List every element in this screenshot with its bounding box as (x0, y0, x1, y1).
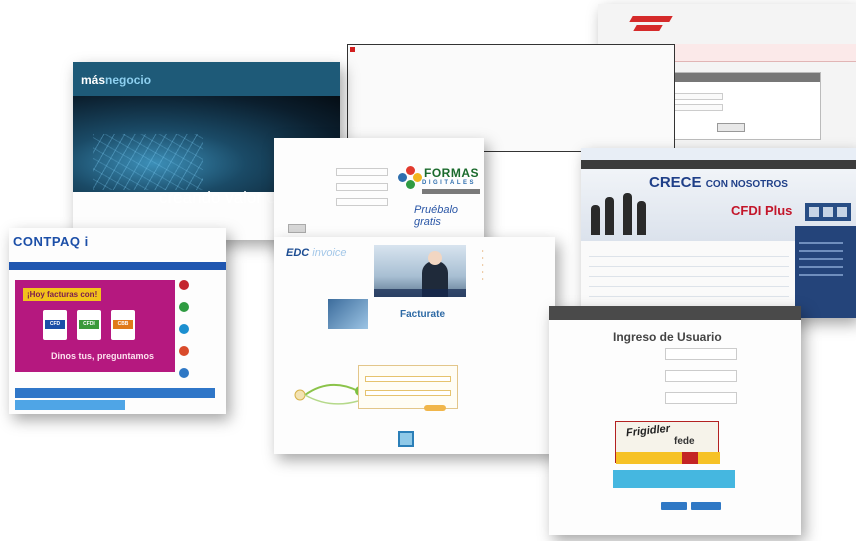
product-icon[interactable] (179, 368, 189, 378)
edc-badge-icon (398, 431, 414, 447)
cfdi-topbar (581, 148, 856, 160)
contpaq-cta[interactable]: Dinos tus, preguntamos (51, 351, 154, 361)
contpaq-screenshot: CONTPAQ i ¡Hoy facturas con! CFD CFDI CB… (9, 228, 226, 414)
business-people-image (589, 173, 649, 235)
woman-photo (328, 299, 368, 329)
formas-strip (422, 189, 480, 194)
cbb-file-icon: CBB (111, 310, 135, 340)
contpaq-bottom-bar (15, 388, 215, 398)
rfc-field[interactable] (665, 348, 737, 360)
edc-logo-sub: invoice (312, 247, 347, 259)
ingreso-title: Ingreso de Usuario (613, 330, 722, 344)
captcha-image: Frigidler fede (615, 421, 720, 464)
cfdi-headline-small: CON NOSOTROS (705, 179, 788, 190)
cfdi-headline: CRECE CON NOSOTROS (649, 174, 788, 191)
ingreso-topbar (549, 306, 801, 320)
login-button[interactable] (717, 123, 745, 132)
facturate-title: Facturate (400, 309, 446, 320)
formas-field-3[interactable] (336, 198, 388, 206)
cfd-file-icon: CFD (43, 310, 67, 340)
formas-digitales-screenshot: FORMAS DIGITALES Pruébalo gratis (274, 138, 484, 250)
user-field[interactable] (665, 370, 737, 382)
edc-logo-main: EDC (286, 247, 310, 259)
product-icon[interactable] (179, 346, 189, 356)
password-field[interactable] (665, 392, 737, 404)
formas-brand: FORMAS (424, 166, 479, 180)
submit-button[interactable] (661, 502, 687, 510)
refresh-captcha-icon[interactable] (682, 452, 698, 464)
formas-cta[interactable]: Pruébalo gratis (414, 204, 484, 228)
error-icon (350, 47, 355, 52)
cfdi-product: CFDI Plus (731, 203, 793, 218)
contpaq-navbar (9, 262, 226, 270)
captcha-word-2: fede (674, 436, 695, 447)
captcha-word-1: Frigidler (625, 422, 671, 440)
edc-feature-list: • • • • • (482, 248, 484, 281)
blank-page-screenshot (347, 44, 675, 152)
product-icon[interactable] (179, 280, 189, 290)
product-icon[interactable] (179, 324, 189, 334)
contpaq-banner-title: ¡Hoy facturas con! (23, 288, 102, 301)
cfdi-headline-main: CRECE (649, 174, 702, 191)
formas-flower-logo-icon (398, 166, 422, 190)
edc-username-field[interactable] (365, 376, 451, 382)
captcha-input-area[interactable] (613, 470, 735, 488)
brand-logo (629, 12, 673, 34)
formas-brand-2: DIGITALES (422, 180, 477, 186)
contpaq-bottom-bar-2 (15, 400, 125, 410)
cancel-button[interactable] (691, 502, 721, 510)
edc-invoice-screenshot: EDC invoice • • • • • Facturate (274, 237, 555, 454)
cfdi-plus-screenshot: CRECE CON NOSOTROS CFDI Plus (581, 148, 856, 318)
ingreso-usuario-screenshot: Ingreso de Usuario Frigidler fede (549, 306, 801, 535)
contpaq-hero: ¡Hoy facturas con! CFD CFDI CBB Dinos tu… (15, 280, 175, 372)
product-icon[interactable] (179, 302, 189, 312)
cfdi-navbar (581, 160, 856, 169)
formas-field-1[interactable] (336, 168, 388, 176)
cfdi-sidebar (795, 226, 856, 318)
hero-network-graphic (93, 134, 203, 190)
edc-password-field[interactable] (365, 390, 451, 396)
cfdi-file-icon: CFDI (77, 310, 101, 340)
businessman-photo (374, 245, 466, 297)
edc-login-box (358, 365, 458, 409)
formas-submit-button[interactable] (288, 224, 306, 233)
formas-field-2[interactable] (336, 183, 388, 191)
masnegocio-logo: másnegocio (81, 73, 152, 87)
cfdi-chips-graphic (805, 203, 851, 221)
edc-logo: EDC invoice (286, 247, 347, 259)
masnegocio-header: másnegocio (73, 62, 340, 96)
edc-login-button[interactable] (424, 405, 446, 411)
contpaq-logo: CONTPAQ i (13, 234, 89, 249)
